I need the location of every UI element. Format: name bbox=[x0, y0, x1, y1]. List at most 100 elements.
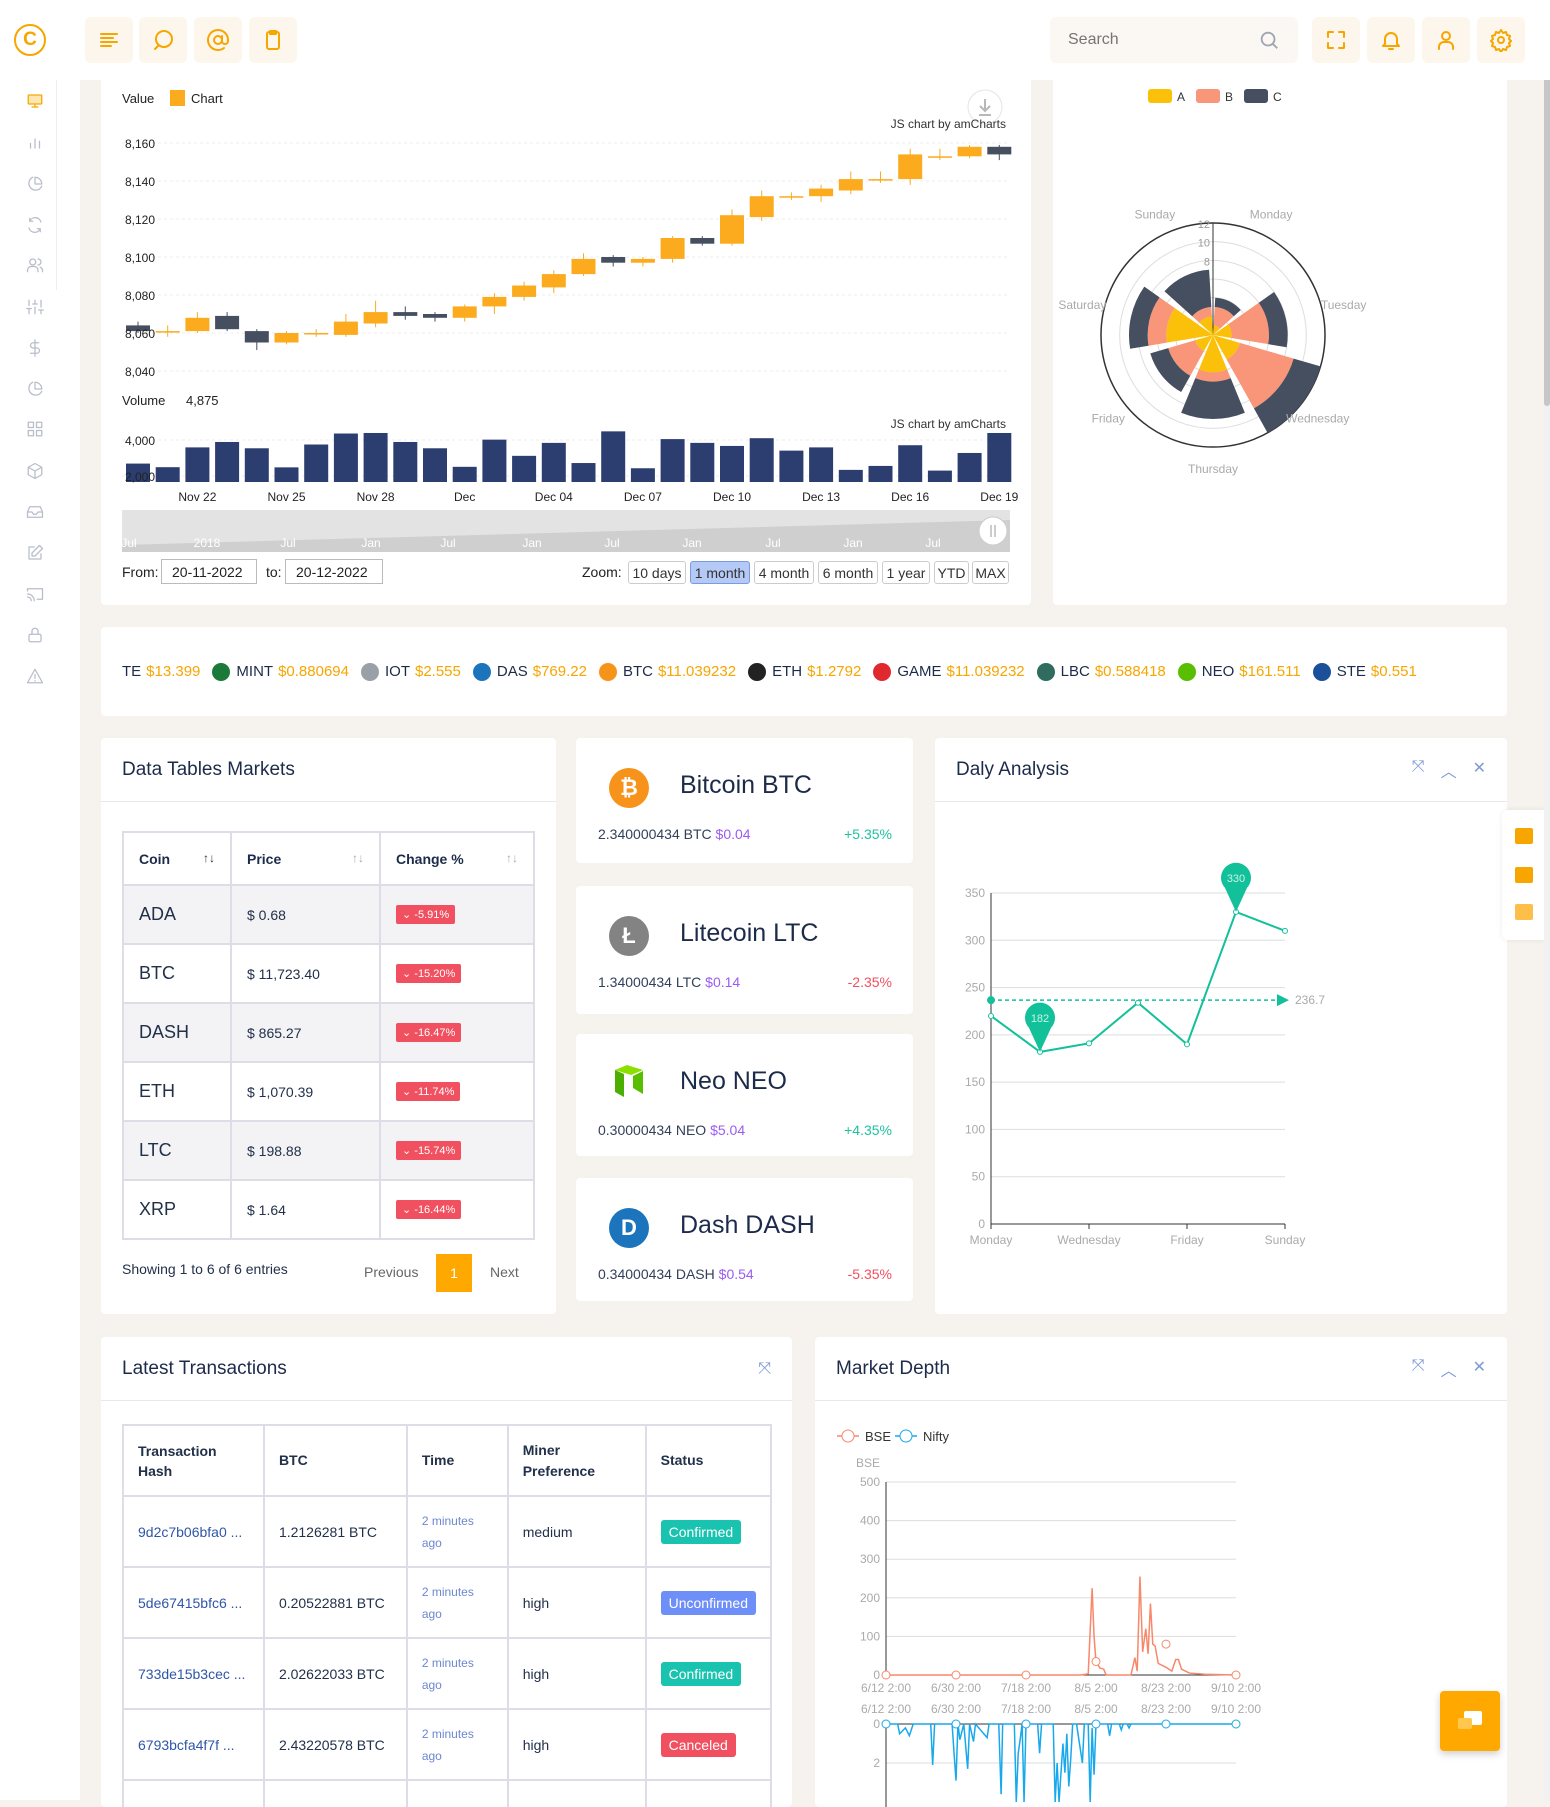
zoom-10-days[interactable]: 10 days bbox=[628, 561, 686, 584]
layers-icon[interactable] bbox=[1515, 904, 1533, 920]
zoom-ytd[interactable]: YTD bbox=[934, 561, 969, 584]
previous-page-button[interactable]: Previous bbox=[364, 1264, 418, 1280]
zoom-max[interactable]: MAX bbox=[972, 561, 1009, 584]
next-page-button[interactable]: Next bbox=[490, 1264, 519, 1280]
nifty-point bbox=[1091, 1719, 1101, 1729]
image-icon[interactable] bbox=[1515, 867, 1533, 883]
sidebar-item-alerts[interactable] bbox=[22, 663, 48, 689]
coin-card-neo[interactable]: Neo NEO 0.30000434 NEO $5.04 +4.35% bbox=[576, 1034, 913, 1156]
data-point bbox=[1184, 1041, 1190, 1048]
ticker-item-mint[interactable]: MINT $0.880694 bbox=[212, 662, 349, 681]
table-row[interactable]: 733de15b3cec ... 2.02622033 BTC 2 minutes … bbox=[122, 1637, 773, 1710]
volume-bar bbox=[541, 442, 566, 482]
ticker-item-eth[interactable]: ETH $1.2792 bbox=[748, 662, 861, 681]
page-scrollbar[interactable] bbox=[1544, 70, 1550, 1800]
chat-button[interactable] bbox=[139, 17, 187, 63]
neo-icon bbox=[615, 1065, 643, 1097]
notifications-button[interactable] bbox=[1367, 17, 1415, 63]
market-depth-chart[interactable]: BSE Nifty BSE 0 100 200 300 400 500 6/12 2:00 6/12… bbox=[815, 1337, 1507, 1807]
table-row[interactable]: LTC $ 198.88 ⌄ -15.74% bbox=[122, 1120, 535, 1181]
navigator-label: Jan bbox=[522, 536, 541, 550]
polar-bar-chart[interactable]: A B C 12 10 8 Monday Tuesday Wednesday Thursday Fr… bbox=[1053, 70, 1507, 605]
collapse-icon[interactable]: ︿ bbox=[1441, 758, 1457, 782]
y-tick-label: 0 bbox=[873, 1717, 880, 1731]
table-row[interactable]: 9d2c7b06bfa0 ... 1.2126281 BTC 2 minutes a… bbox=[122, 1495, 773, 1568]
to-date-input[interactable] bbox=[285, 559, 383, 584]
coin-card-litecoin[interactable]: Ł Litecoin LTC 1.34000434 LTC $0.14 -2.3… bbox=[576, 886, 913, 1014]
chat-fab-button[interactable] bbox=[1440, 1691, 1500, 1751]
ticker-item-iot[interactable]: IOT $2.555 bbox=[360, 662, 461, 681]
change-badge: ⌄ -16.47% bbox=[396, 1023, 462, 1042]
column-header-change[interactable]: Change % ↑↓ bbox=[379, 831, 535, 886]
table-row[interactable]: ADA $ 0.68 ⌄ -5.91% bbox=[122, 884, 535, 945]
settings-button[interactable] bbox=[1477, 17, 1525, 63]
ticker-item-te[interactable]: TE $13.399 bbox=[122, 663, 200, 680]
candle bbox=[779, 196, 804, 198]
camera-icon[interactable] bbox=[1515, 828, 1533, 844]
daly-line-chart[interactable]: 0 50 100 150 200 250 300 350 Monday Wednesday Frid… bbox=[935, 803, 1507, 1313]
search-box[interactable] bbox=[1050, 17, 1298, 63]
zoom-1-month[interactable]: 1 month bbox=[690, 561, 750, 584]
coin-card-dash[interactable]: D Dash DASH 0.34000434 DASH $0.54 -5.35% bbox=[576, 1178, 913, 1301]
table-row[interactable]: XRP $ 1.64 ⌄ -16.44% bbox=[122, 1179, 535, 1240]
table-row[interactable]: DASH $ 865.27 ⌄ -16.47% bbox=[122, 1002, 535, 1063]
candle bbox=[304, 333, 329, 335]
search-icon[interactable] bbox=[1258, 29, 1280, 51]
tx-hash-link[interactable]: 5de67415bfc6 ... bbox=[122, 1566, 265, 1639]
mention-button[interactable] bbox=[194, 17, 242, 63]
ticker-item-lbc[interactable]: LBC $0.588418 bbox=[1036, 662, 1166, 681]
ticker-item-btc[interactable]: BTC $11.039232 bbox=[598, 662, 736, 681]
volume-label: Volume bbox=[122, 393, 165, 408]
search-input[interactable] bbox=[1068, 31, 1238, 49]
x-tick-label: 8/23 2:00 bbox=[1141, 1702, 1191, 1716]
logo-icon[interactable]: C bbox=[14, 24, 46, 56]
navigator-grip-handle[interactable] bbox=[978, 516, 1008, 546]
clipboard-button[interactable] bbox=[249, 17, 297, 63]
column-header-miner: Miner Preference bbox=[506, 1424, 647, 1497]
from-date-input[interactable] bbox=[161, 559, 257, 584]
expand-icon[interactable]: ⤧ bbox=[758, 1360, 771, 1378]
volume-bar bbox=[244, 448, 269, 482]
zoom-1-year[interactable]: 1 year bbox=[882, 561, 930, 584]
table-row[interactable]: 5de67415bfc6 ... 0.20522881 BTC 2 minutes … bbox=[122, 1566, 773, 1639]
table-row[interactable] bbox=[122, 1779, 773, 1807]
legend-value-label: Value bbox=[122, 91, 154, 106]
ticker-item-game[interactable]: GAME $11.039232 bbox=[873, 662, 1025, 681]
x-tick-label: 9/10 2:00 bbox=[1211, 1702, 1261, 1716]
candle bbox=[720, 215, 744, 244]
ticker-item-ste[interactable]: STE $0.551 bbox=[1312, 662, 1417, 681]
ticker-item-neo[interactable]: NEO $161.511 bbox=[1177, 662, 1301, 681]
sidebar-item-lock[interactable] bbox=[22, 622, 48, 648]
expand-icon[interactable]: ⤧ bbox=[1412, 758, 1425, 782]
nifty-point bbox=[1231, 1719, 1241, 1729]
page-1-button[interactable]: 1 bbox=[436, 1254, 472, 1292]
bse-point bbox=[951, 1670, 961, 1680]
fullscreen-button[interactable] bbox=[1312, 17, 1360, 63]
ticker-item-das[interactable]: DAS $769.22 bbox=[472, 662, 587, 681]
table-row[interactable]: BTC $ 11,723.40 ⌄ -15.20% bbox=[122, 943, 535, 1004]
tx-hash-link[interactable]: 733de15b3cec ... bbox=[122, 1637, 265, 1710]
candle bbox=[155, 331, 180, 333]
volume-bar bbox=[215, 441, 240, 482]
ticker-symbol: IOT bbox=[384, 663, 410, 680]
table-row[interactable]: ETH $ 1,070.39 ⌄ -11.74% bbox=[122, 1061, 535, 1122]
volume-bar bbox=[779, 450, 804, 482]
price-tick-label: 8,040 bbox=[125, 365, 155, 379]
tx-hash-link[interactable]: 9d2c7b06bfa0 ... bbox=[122, 1495, 265, 1568]
scrollbar-thumb[interactable] bbox=[1544, 76, 1550, 406]
coin-card-bitcoin[interactable]: ₿ Bitcoin BTC 2.340000434 BTC $0.04 +5.3… bbox=[576, 738, 913, 863]
menu-button[interactable] bbox=[85, 17, 133, 63]
zoom-4-month[interactable]: 4 month bbox=[754, 561, 814, 584]
column-header-price[interactable]: Price ↑↓ bbox=[230, 831, 381, 886]
table-row[interactable]: 6793bcfa4f7f ... 2.43220578 BTC 2 minutes … bbox=[122, 1708, 773, 1781]
close-icon[interactable]: ✕ bbox=[1473, 758, 1486, 782]
change-badge: ⌄ -16.44% bbox=[396, 1200, 462, 1219]
tx-hash-link[interactable]: 6793bcfa4f7f ... bbox=[122, 1708, 265, 1781]
legend-chart-label: Chart bbox=[191, 91, 223, 106]
candle bbox=[482, 296, 507, 307]
at-icon bbox=[207, 29, 229, 51]
profile-button[interactable] bbox=[1422, 17, 1470, 63]
zoom-6-month[interactable]: 6 month bbox=[818, 561, 878, 584]
column-header-coin[interactable]: Coin ↑↓ bbox=[122, 831, 232, 886]
candlestick-chart[interactable]: Value Chart JS chart by amCharts Volume … bbox=[0, 0, 1040, 610]
